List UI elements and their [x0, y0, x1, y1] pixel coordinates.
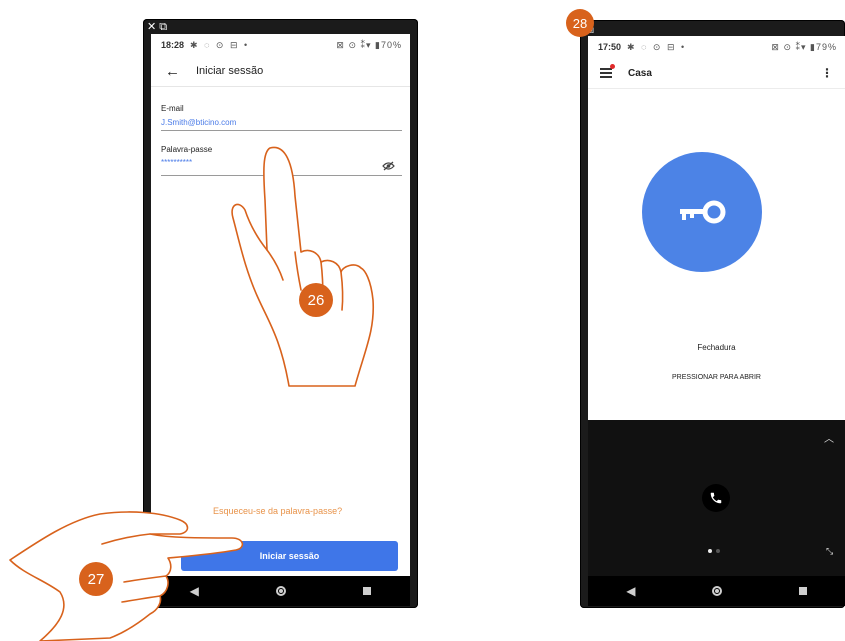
expand-icon[interactable]: ⤡ — [826, 546, 833, 557]
recents-nav-icon-right[interactable] — [798, 587, 807, 595]
status-icons-right: ✱ ◌ ⊙ ⊟ • — [627, 41, 687, 52]
status-icons: ✱ ◌ ⊙ ⊟ • — [190, 39, 250, 50]
recents-nav-icon[interactable] — [363, 587, 372, 595]
email-underline — [161, 130, 402, 131]
right-phone: ⧉ 17:50 ✱ ◌ ⊙ ⊟ • ⊠ ⊙ ⁑▾ ▮79% Casa ⋮ Fec… — [580, 20, 845, 608]
status-time-right: 17:50 — [598, 42, 622, 52]
password-label: Palavra-passe — [161, 145, 213, 154]
press-to-open-label[interactable]: PRESSIONAR PARA ABRIR — [588, 374, 845, 381]
lock-name: Fechadura — [697, 343, 736, 352]
notification-dot — [610, 64, 615, 69]
password-field[interactable]: ********** — [161, 158, 192, 167]
tapping-hand-icon — [9, 511, 244, 641]
phone-icon — [710, 492, 722, 504]
chevron-up-icon[interactable]: ︿ — [824, 430, 834, 445]
status-right-right: ⊠ ⊙ ⁑▾ ▮79% — [771, 41, 837, 52]
email-field[interactable]: J.Smith@bticino.com — [161, 118, 236, 127]
lock-button[interactable] — [642, 152, 762, 272]
status-bar-right: 17:50 ✱ ◌ ⊙ ⊟ • ⊠ ⊙ ⁑▾ ▮79% — [588, 36, 845, 58]
back-arrow-icon[interactable]: ← — [165, 63, 180, 80]
back-nav-icon-right[interactable]: ◀ — [626, 584, 635, 598]
call-button[interactable] — [702, 484, 730, 512]
page-indicator — [708, 549, 720, 553]
status-right: ⊠ ⊙ ⁑▾ ▮70% — [336, 39, 402, 50]
login-header: ← Iniciar sessão — [151, 56, 410, 87]
step-badge-26: 26 — [299, 283, 333, 317]
home-screen: 17:50 ✱ ◌ ⊙ ⊟ • ⊠ ⊙ ⁑▾ ▮79% Casa ⋮ Fecha… — [588, 36, 845, 606]
status-bar: 18:28 ✱ ◌ ⊙ ⊟ • ⊠ ⊙ ⁑▾ ▮70% — [151, 34, 410, 56]
window-controls[interactable]: ✕ ⧉ — [147, 22, 167, 33]
key-icon — [680, 200, 726, 224]
status-time: 18:28 — [161, 40, 185, 50]
home-title: Casa — [628, 67, 652, 79]
email-label: E-mail — [161, 104, 184, 113]
step-badge-27: 27 — [79, 562, 113, 596]
menu-icon[interactable] — [600, 64, 615, 80]
step-badge-28: 28 — [566, 9, 594, 37]
home-nav-icon-right[interactable] — [712, 586, 723, 596]
page-title: Iniciar sessão — [196, 65, 264, 77]
pointing-hand-icon — [231, 146, 375, 387]
more-options-icon[interactable]: ⋮ — [821, 66, 833, 80]
home-header: Casa ⋮ — [588, 58, 845, 89]
android-nav-bar-right: ◀ — [588, 576, 845, 606]
